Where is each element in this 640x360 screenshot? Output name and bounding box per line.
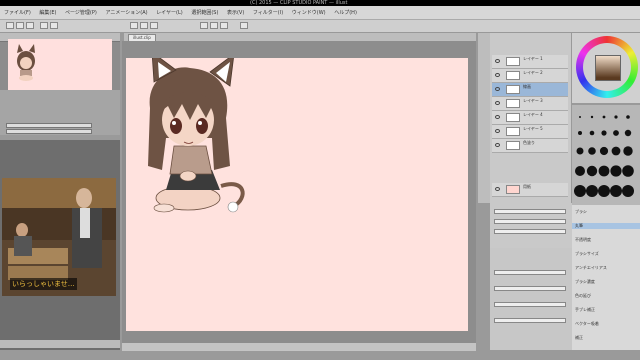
visibility-eye-icon[interactable] <box>495 101 500 105</box>
command-bar <box>0 20 640 33</box>
layer-label: レイヤー 4 <box>523 112 543 117</box>
rotate-slider[interactable] <box>6 129 92 134</box>
video-subtitle: いらっしゃいませ… <box>10 278 77 290</box>
subtool-item[interactable] <box>494 229 566 234</box>
cat-girl-illustration <box>148 51 245 213</box>
visibility-eye-icon[interactable] <box>495 187 500 191</box>
layer-row-selected[interactable]: 線画 <box>492 83 568 97</box>
new-file-button[interactable] <box>6 22 14 29</box>
property-item[interactable]: 不透明度 <box>575 237 591 243</box>
layer-label: レイヤー 5 <box>523 126 543 131</box>
layer-label: レイヤー 2 <box>523 70 543 75</box>
layer-panel: レイヤー 1 レイヤー 2 線画 レイヤー 3 レイヤー 4 レイヤー 5 色塗… <box>478 33 571 203</box>
stabilization-slider[interactable] <box>494 302 566 307</box>
sub-view-footer <box>0 340 120 348</box>
clear-button[interactable] <box>130 22 138 29</box>
menu-animation[interactable]: アニメーション(A) <box>105 9 147 16</box>
menu-page[interactable]: ページ管理(P) <box>65 9 97 16</box>
layer-label: 線画 <box>523 84 531 89</box>
save-button[interactable] <box>26 22 34 29</box>
layer-thumbnail <box>506 127 520 136</box>
layer-row[interactable]: レイヤー 5 <box>492 125 568 139</box>
property-item[interactable]: 色の延び <box>575 293 591 299</box>
clip-studio-button[interactable] <box>240 22 248 29</box>
layer-thumbnail <box>506 85 520 94</box>
property-item[interactable]: ブラシ濃度 <box>575 279 595 285</box>
brush-size-panel <box>572 105 640 205</box>
tool-property-panel <box>490 248 572 350</box>
redo-button[interactable] <box>50 22 58 29</box>
property-item-selected[interactable]: 丸筆 <box>572 223 640 229</box>
menu-bar: ファイル(F) 編集(E) ページ管理(P) アニメーション(A) レイヤー(L… <box>0 6 640 20</box>
layer-label: レイヤー 1 <box>523 56 543 61</box>
canvas-status-bar <box>122 343 476 351</box>
visibility-eye-icon[interactable] <box>495 73 500 77</box>
property-item[interactable]: アンチエイリアス <box>575 265 607 271</box>
layer-thumbnail <box>506 113 520 122</box>
snap-grid-button[interactable] <box>210 22 218 29</box>
layer-label: レイヤー 3 <box>523 98 543 103</box>
layer-row[interactable]: レイヤー 1 <box>492 55 568 69</box>
canvas-area <box>122 41 476 343</box>
canvas-tab-bar: illust.clip <box>124 33 476 42</box>
layer-thumbnail <box>506 185 520 194</box>
sub-tool-panel <box>490 203 572 248</box>
density-slider[interactable] <box>494 318 566 323</box>
layer-row-paper[interactable]: 用紙 <box>492 183 568 197</box>
saturation-value-square[interactable] <box>595 55 621 81</box>
layer-thumbnail <box>506 71 520 80</box>
property-item[interactable]: ブラシサイズ <box>575 251 599 257</box>
property-item[interactable]: ブラシ <box>575 209 587 215</box>
color-wheel-panel <box>572 33 640 103</box>
menu-layer[interactable]: レイヤー(L) <box>156 9 183 16</box>
open-button[interactable] <box>16 22 24 29</box>
undo-button[interactable] <box>40 22 48 29</box>
layer-thumbnail <box>506 57 520 66</box>
hue-ring[interactable] <box>576 36 638 98</box>
size-slider[interactable] <box>494 270 566 275</box>
opacity-slider[interactable] <box>494 286 566 291</box>
layer-thumbnail <box>506 99 520 108</box>
visibility-eye-icon[interactable] <box>495 129 500 133</box>
visibility-eye-icon[interactable] <box>495 87 500 91</box>
layer-row[interactable]: レイヤー 2 <box>492 69 568 83</box>
menu-edit[interactable]: 編集(E) <box>39 9 56 16</box>
menu-selection[interactable]: 選択範囲(S) <box>191 9 218 16</box>
drawing-canvas[interactable] <box>126 51 468 331</box>
layer-label: 色塗り <box>523 140 535 145</box>
menu-file[interactable]: ファイル(F) <box>4 9 31 16</box>
layer-tool-strip <box>478 33 490 203</box>
snap-ruler-button[interactable] <box>200 22 208 29</box>
visibility-eye-icon[interactable] <box>495 143 500 147</box>
brush-property-list: ブラシ 丸筆 不透明度 ブラシサイズ アンチエイリアス ブラシ濃度 色の延び 手… <box>572 205 640 350</box>
sub-view-panel: いらっしゃいませ… <box>0 140 120 350</box>
snap-perspective-button[interactable] <box>220 22 228 29</box>
menu-window[interactable]: ウィンドウ(W) <box>292 9 326 16</box>
navigator-controls <box>0 90 120 135</box>
subtool-item[interactable] <box>494 219 566 224</box>
subtool-item[interactable] <box>494 209 566 214</box>
layer-row[interactable]: レイヤー 4 <box>492 111 568 125</box>
menu-view[interactable]: 表示(V) <box>227 9 244 16</box>
visibility-eye-icon[interactable] <box>495 115 500 119</box>
property-item[interactable]: 補正 <box>575 335 583 341</box>
fill-button[interactable] <box>140 22 148 29</box>
layer-label: 用紙 <box>523 184 531 189</box>
transform-button[interactable] <box>150 22 158 29</box>
menu-filter[interactable]: フィルター(I) <box>253 9 283 16</box>
layer-row[interactable]: レイヤー 3 <box>492 97 568 111</box>
app-window: (C) 2015 — CLIP STUDIO PAINT — illust ファ… <box>0 0 640 360</box>
property-item[interactable]: 手ブレ補正 <box>575 307 595 313</box>
visibility-eye-icon[interactable] <box>495 59 500 63</box>
layer-thumbnail <box>506 141 520 150</box>
wheel-center <box>583 43 631 91</box>
zoom-slider[interactable] <box>6 123 92 128</box>
reference-image[interactable]: いらっしゃいませ… <box>2 178 116 296</box>
layer-row[interactable]: 色塗り <box>492 139 568 153</box>
menu-help[interactable]: ヘルプ(H) <box>334 9 357 16</box>
brush-size-grid[interactable] <box>572 105 640 205</box>
property-item[interactable]: ベクター吸着 <box>575 321 599 327</box>
